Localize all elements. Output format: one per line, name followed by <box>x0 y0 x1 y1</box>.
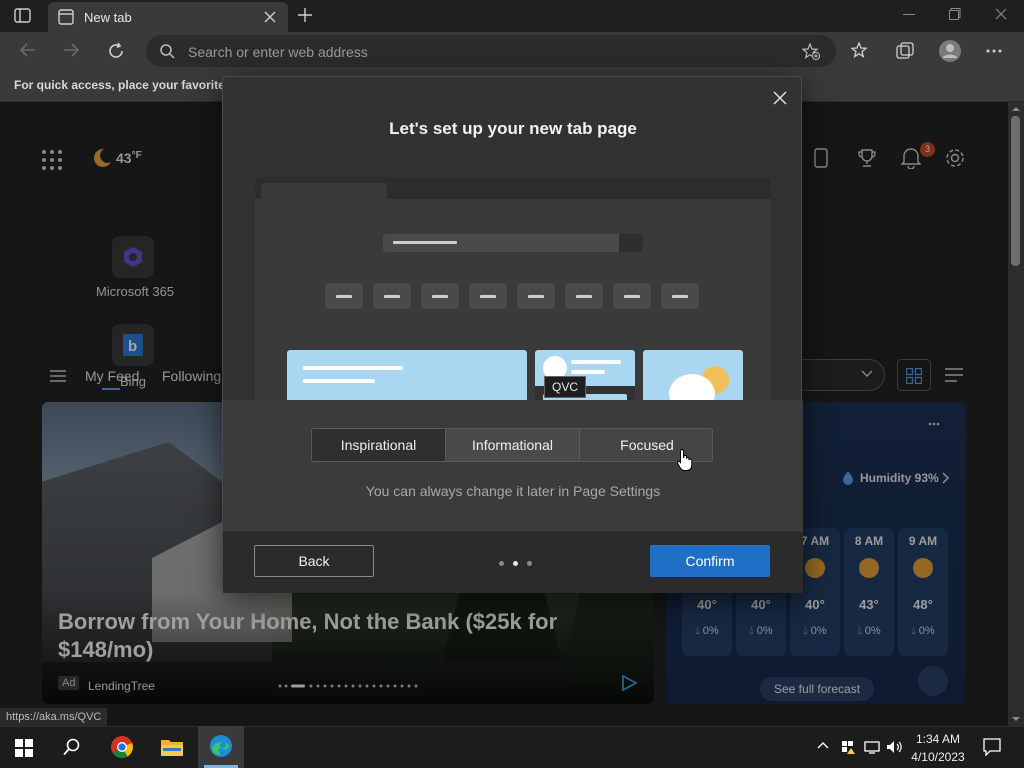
tab-new-tab[interactable]: New tab <box>48 2 288 32</box>
mode-selector-panel <box>223 400 803 530</box>
step-dot <box>499 561 504 566</box>
close-dialog-icon[interactable] <box>773 91 787 105</box>
tab-actions-icon[interactable] <box>14 8 32 24</box>
preview-quick-link <box>565 283 603 309</box>
display-icon[interactable] <box>864 739 880 755</box>
chrome-icon[interactable] <box>110 735 134 759</box>
tooltip: QVC <box>544 376 587 398</box>
preview-card-line <box>571 370 605 374</box>
address-bar[interactable]: Search or enter web address <box>146 35 836 67</box>
preview-weather-card <box>643 350 743 401</box>
collections-icon[interactable] <box>896 42 914 60</box>
hand-cursor-icon <box>676 448 694 472</box>
preview-search-box <box>383 234 643 252</box>
address-placeholder: Search or enter web address <box>188 44 368 60</box>
close-window-button[interactable] <box>995 8 1007 20</box>
status-bar-url: https://aka.ms/QVC <box>0 708 108 726</box>
windows-start-icon[interactable] <box>15 739 33 757</box>
tab-title: New tab <box>84 10 132 25</box>
layout-preview <box>255 177 771 401</box>
back-nav-icon[interactable] <box>20 43 36 57</box>
preview-card-line <box>303 366 403 370</box>
settings-hint: You can always change it later in Page S… <box>365 483 661 499</box>
restore-button[interactable] <box>949 8 961 20</box>
preview-search-text <box>393 241 457 244</box>
preview-tab <box>261 183 387 199</box>
taskbar-search-icon[interactable] <box>63 738 81 756</box>
preview-quick-link <box>325 283 363 309</box>
mode-inspirational[interactable]: Inspirational <box>312 429 446 461</box>
clock-time[interactable]: 1:34 AM <box>912 732 964 746</box>
back-button[interactable]: Back <box>254 545 374 577</box>
preview-quick-link <box>661 283 699 309</box>
confirm-button[interactable]: Confirm <box>650 545 770 577</box>
preview-quick-link <box>469 283 507 309</box>
close-tab-icon[interactable] <box>264 11 276 23</box>
setup-dialog: Let's set up your new tab page Inspirati… <box>222 76 803 593</box>
new-tab-icon <box>58 9 74 25</box>
new-tab-button[interactable] <box>297 7 313 23</box>
clock-date[interactable]: 4/10/2023 <box>906 750 970 764</box>
settings-more-icon[interactable] <box>986 49 1002 53</box>
preview-quick-link <box>421 283 459 309</box>
dialog-title: Let's set up your new tab page <box>389 119 637 138</box>
search-icon <box>160 44 175 59</box>
tray-overflow-chevron-icon[interactable] <box>817 741 829 749</box>
profile-avatar-icon[interactable] <box>938 39 962 63</box>
preview-quick-link <box>373 283 411 309</box>
preview-card-line <box>571 360 621 364</box>
preview-search-button <box>619 234 643 252</box>
forward-nav-icon[interactable] <box>63 43 79 57</box>
minimize-button[interactable] <box>903 14 915 16</box>
layout-mode-selector[interactable]: Inspirational Informational Focused <box>311 428 713 462</box>
scrollbar-thumb[interactable] <box>1011 116 1020 266</box>
notification-center-icon[interactable] <box>983 738 1001 756</box>
step-dot <box>527 561 532 566</box>
preview-quick-link <box>613 283 651 309</box>
mode-informational[interactable]: Informational <box>446 429 580 461</box>
scroll-up-icon[interactable] <box>1011 106 1021 112</box>
file-explorer-icon[interactable] <box>160 736 184 758</box>
volume-icon[interactable] <box>886 739 904 755</box>
preview-news-card <box>287 350 527 401</box>
network-warning-icon[interactable] <box>840 739 856 755</box>
edge-icon <box>209 734 233 758</box>
scroll-down-icon[interactable] <box>1011 716 1021 722</box>
preview-quick-link <box>517 283 555 309</box>
favorites-icon[interactable] <box>851 42 869 59</box>
favorites-hint: For quick access, place your favorites h <box>14 78 243 92</box>
step-dot-active <box>513 561 518 566</box>
preview-card-line <box>303 379 375 383</box>
add-favorite-icon[interactable] <box>802 43 820 60</box>
refresh-icon[interactable] <box>107 42 125 60</box>
edge-taskbar-button[interactable] <box>198 726 244 768</box>
